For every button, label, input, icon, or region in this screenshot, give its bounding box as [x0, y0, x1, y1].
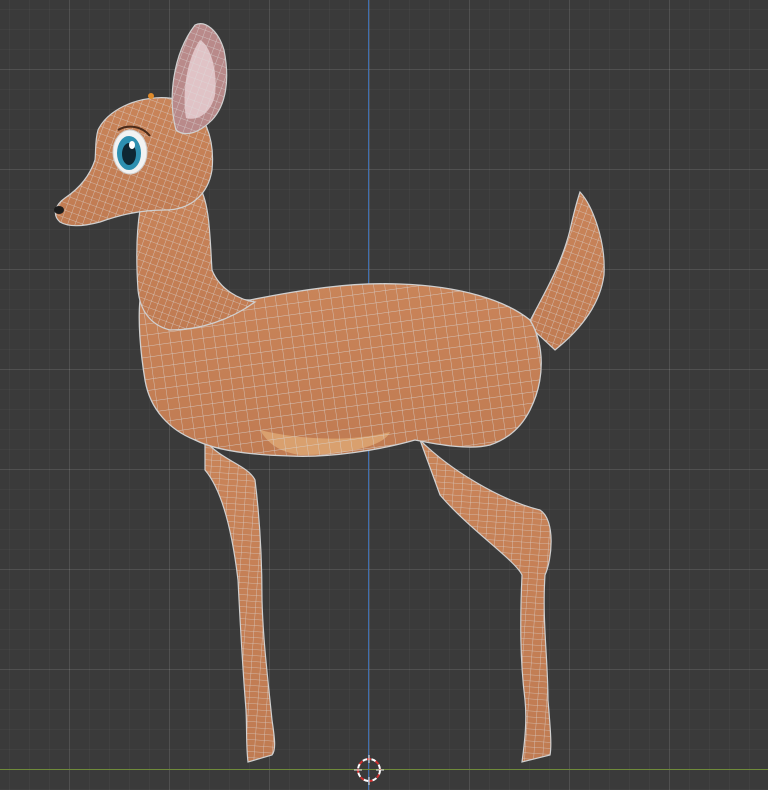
vertex-dot: [148, 93, 154, 99]
deer-mesh[interactable]: [0, 0, 768, 790]
front-leg: [204, 438, 276, 763]
3d-cursor-icon[interactable]: [354, 755, 384, 785]
hind-leg: [419, 439, 552, 763]
ear: [171, 23, 228, 135]
3d-viewport[interactable]: [0, 0, 768, 790]
tail: [527, 190, 605, 351]
nose: [54, 206, 64, 214]
